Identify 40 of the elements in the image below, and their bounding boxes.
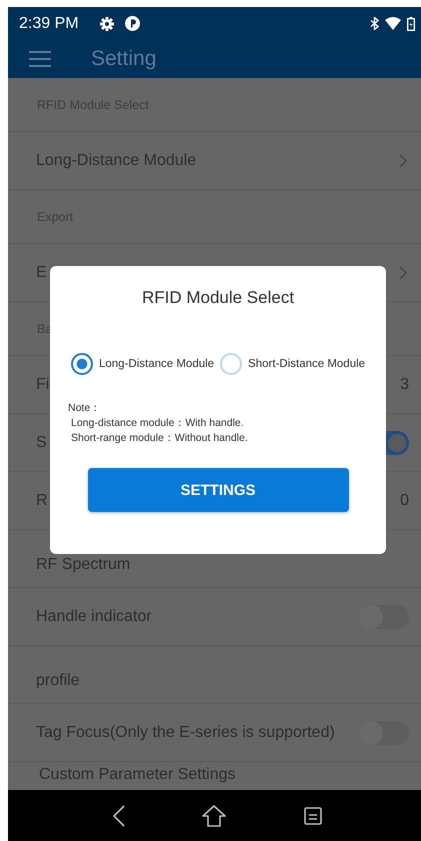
circle-p-icon xyxy=(124,16,140,31)
setting-label: Fi xyxy=(36,376,50,394)
setting-value: 0 xyxy=(400,492,409,510)
home-icon[interactable] xyxy=(202,804,226,826)
screen-title: Setting xyxy=(91,47,156,71)
clock-time: 2:39 PM xyxy=(19,14,79,32)
setting-label: Long-Distance Module xyxy=(36,152,196,170)
setting-label: RF Spectrum xyxy=(36,556,130,574)
setting-label: profile xyxy=(36,672,80,690)
dialog-title: RFID Module Select xyxy=(142,288,294,308)
radio-button[interactable] xyxy=(71,353,93,375)
settings-button[interactable]: SETTINGS xyxy=(88,468,348,512)
chevron-right-icon xyxy=(399,154,407,168)
bluetooth-icon xyxy=(370,17,379,30)
radio-option[interactable]: Long-Distance Module xyxy=(71,353,214,375)
setting-label: Handle indicator xyxy=(36,608,152,626)
recents-icon[interactable] xyxy=(304,806,322,824)
setting-row[interactable]: profile xyxy=(8,646,421,704)
note-line: Short-range module：Without handle. xyxy=(70,431,248,446)
setting-row[interactable]: Handle indicator xyxy=(8,588,421,646)
setting-label: R xyxy=(36,492,48,510)
note-line: Long-distance module：With handle. xyxy=(70,416,245,431)
setting-label: Tag Focus(Only the E-series is supported) xyxy=(36,724,335,742)
option-label: Short-Distance Module xyxy=(248,358,366,370)
setting-row[interactable]: Long-Distance Module xyxy=(8,132,421,190)
battery-icon xyxy=(407,16,415,30)
setting-row[interactable]: Custom Parameter Settings xyxy=(8,762,421,790)
note-heading: Note： xyxy=(68,401,102,416)
setting-row[interactable]: Tag Focus(Only the E-series is supported) xyxy=(8,704,421,762)
back-icon[interactable] xyxy=(112,804,125,826)
setting-label: Custom Parameter Settings xyxy=(39,766,236,784)
gear-icon xyxy=(100,16,114,30)
menu-icon[interactable] xyxy=(29,51,51,67)
radio-option[interactable]: Short-Distance Module xyxy=(220,353,366,375)
setting-value: 3 xyxy=(400,376,409,394)
setting-label: E xyxy=(36,264,47,282)
option-label: Long-Distance Module xyxy=(99,358,214,370)
chevron-right-icon xyxy=(399,266,407,280)
setting-label: S xyxy=(36,434,47,452)
wifi-icon xyxy=(385,17,401,30)
